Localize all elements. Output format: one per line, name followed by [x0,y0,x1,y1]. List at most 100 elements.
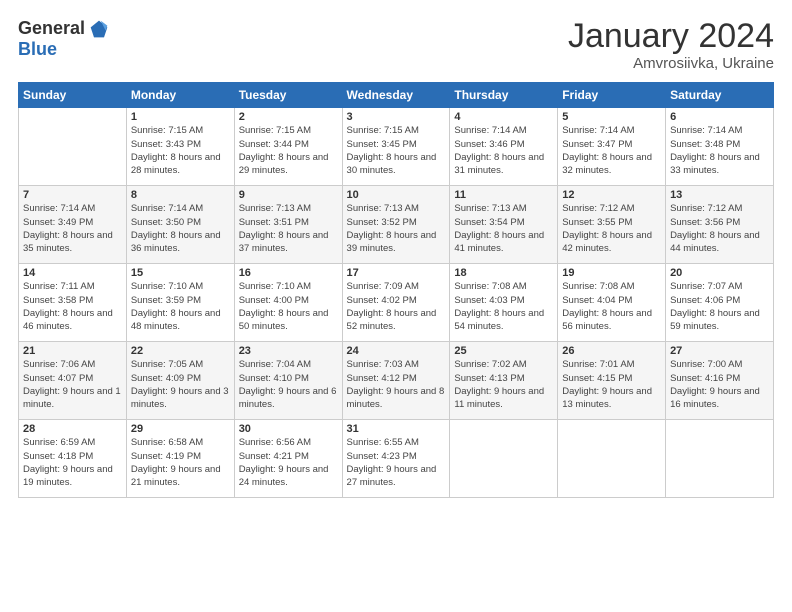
daylight-text: Daylight: 8 hours and 48 minutes. [131,307,230,334]
sunrise-text: Sunrise: 6:56 AM [239,436,338,449]
logo-blue-text: Blue [18,39,57,60]
daylight-text: Daylight: 8 hours and 35 minutes. [23,229,122,256]
table-row [666,420,774,498]
day-info: Sunrise: 7:00 AM Sunset: 4:16 PM Dayligh… [670,358,769,411]
table-row: 30 Sunrise: 6:56 AM Sunset: 4:21 PM Dayl… [234,420,342,498]
day-number: 1 [131,111,230,123]
day-number: 29 [131,423,230,435]
day-number: 6 [670,111,769,123]
week-row-4: 28 Sunrise: 6:59 AM Sunset: 4:18 PM Dayl… [19,420,774,498]
sunset-text: Sunset: 4:16 PM [670,372,769,385]
day-number: 23 [239,345,338,357]
day-info: Sunrise: 7:14 AM Sunset: 3:49 PM Dayligh… [23,202,122,255]
day-number: 26 [562,345,661,357]
table-row: 17 Sunrise: 7:09 AM Sunset: 4:02 PM Dayl… [342,264,450,342]
sunrise-text: Sunrise: 7:11 AM [23,280,122,293]
day-info: Sunrise: 7:01 AM Sunset: 4:15 PM Dayligh… [562,358,661,411]
sunset-text: Sunset: 4:02 PM [347,294,446,307]
daylight-text: Daylight: 9 hours and 24 minutes. [239,463,338,490]
day-info: Sunrise: 7:06 AM Sunset: 4:07 PM Dayligh… [23,358,122,411]
sunrise-text: Sunrise: 7:04 AM [239,358,338,371]
sunrise-text: Sunrise: 7:10 AM [131,280,230,293]
week-row-2: 14 Sunrise: 7:11 AM Sunset: 3:58 PM Dayl… [19,264,774,342]
day-info: Sunrise: 7:09 AM Sunset: 4:02 PM Dayligh… [347,280,446,333]
table-row: 19 Sunrise: 7:08 AM Sunset: 4:04 PM Dayl… [558,264,666,342]
day-info: Sunrise: 7:13 AM Sunset: 3:51 PM Dayligh… [239,202,338,255]
daylight-text: Daylight: 8 hours and 33 minutes. [670,151,769,178]
sunrise-text: Sunrise: 7:12 AM [562,202,661,215]
logo-general-text: General [18,18,85,39]
sunrise-text: Sunrise: 7:09 AM [347,280,446,293]
sunrise-text: Sunrise: 7:14 AM [131,202,230,215]
sunrise-text: Sunrise: 7:13 AM [454,202,553,215]
sunset-text: Sunset: 3:44 PM [239,138,338,151]
sunrise-text: Sunrise: 7:15 AM [239,124,338,137]
day-number: 25 [454,345,553,357]
sunrise-text: Sunrise: 7:08 AM [454,280,553,293]
sunset-text: Sunset: 4:19 PM [131,450,230,463]
logo: General Blue [18,18,109,60]
day-info: Sunrise: 7:08 AM Sunset: 4:04 PM Dayligh… [562,280,661,333]
table-row: 22 Sunrise: 7:05 AM Sunset: 4:09 PM Dayl… [126,342,234,420]
sunrise-text: Sunrise: 7:14 AM [23,202,122,215]
table-row: 18 Sunrise: 7:08 AM Sunset: 4:03 PM Dayl… [450,264,558,342]
sunset-text: Sunset: 3:45 PM [347,138,446,151]
table-row: 13 Sunrise: 7:12 AM Sunset: 3:56 PM Dayl… [666,186,774,264]
day-number: 20 [670,267,769,279]
daylight-text: Daylight: 8 hours and 41 minutes. [454,229,553,256]
sunrise-text: Sunrise: 7:06 AM [23,358,122,371]
table-row: 4 Sunrise: 7:14 AM Sunset: 3:46 PM Dayli… [450,108,558,186]
sunset-text: Sunset: 3:43 PM [131,138,230,151]
day-number: 27 [670,345,769,357]
col-saturday: Saturday [666,83,774,108]
day-number: 22 [131,345,230,357]
table-row: 10 Sunrise: 7:13 AM Sunset: 3:52 PM Dayl… [342,186,450,264]
sunset-text: Sunset: 4:00 PM [239,294,338,307]
sunrise-text: Sunrise: 7:10 AM [239,280,338,293]
daylight-text: Daylight: 9 hours and 8 minutes. [347,385,446,412]
week-row-3: 21 Sunrise: 7:06 AM Sunset: 4:07 PM Dayl… [19,342,774,420]
sunrise-text: Sunrise: 7:14 AM [670,124,769,137]
sunrise-text: Sunrise: 7:07 AM [670,280,769,293]
daylight-text: Daylight: 8 hours and 37 minutes. [239,229,338,256]
sunrise-text: Sunrise: 6:58 AM [131,436,230,449]
sunset-text: Sunset: 4:15 PM [562,372,661,385]
sunrise-text: Sunrise: 7:15 AM [131,124,230,137]
calendar-title: January 2024 [568,18,774,55]
col-wednesday: Wednesday [342,83,450,108]
daylight-text: Daylight: 9 hours and 19 minutes. [23,463,122,490]
daylight-text: Daylight: 9 hours and 21 minutes. [131,463,230,490]
table-row: 16 Sunrise: 7:10 AM Sunset: 4:00 PM Dayl… [234,264,342,342]
table-row: 15 Sunrise: 7:10 AM Sunset: 3:59 PM Dayl… [126,264,234,342]
table-row: 21 Sunrise: 7:06 AM Sunset: 4:07 PM Dayl… [19,342,127,420]
sunset-text: Sunset: 3:55 PM [562,216,661,229]
sunset-text: Sunset: 4:03 PM [454,294,553,307]
day-number: 13 [670,189,769,201]
table-row: 14 Sunrise: 7:11 AM Sunset: 3:58 PM Dayl… [19,264,127,342]
sunset-text: Sunset: 3:54 PM [454,216,553,229]
daylight-text: Daylight: 9 hours and 11 minutes. [454,385,553,412]
daylight-text: Daylight: 9 hours and 13 minutes. [562,385,661,412]
day-number: 28 [23,423,122,435]
table-row: 12 Sunrise: 7:12 AM Sunset: 3:55 PM Dayl… [558,186,666,264]
day-info: Sunrise: 7:14 AM Sunset: 3:46 PM Dayligh… [454,124,553,177]
table-row [19,108,127,186]
daylight-text: Daylight: 8 hours and 31 minutes. [454,151,553,178]
day-info: Sunrise: 7:03 AM Sunset: 4:12 PM Dayligh… [347,358,446,411]
sunset-text: Sunset: 3:47 PM [562,138,661,151]
sunset-text: Sunset: 4:06 PM [670,294,769,307]
daylight-text: Daylight: 9 hours and 1 minute. [23,385,122,412]
day-info: Sunrise: 7:13 AM Sunset: 3:52 PM Dayligh… [347,202,446,255]
sunset-text: Sunset: 3:59 PM [131,294,230,307]
day-number: 24 [347,345,446,357]
day-info: Sunrise: 7:07 AM Sunset: 4:06 PM Dayligh… [670,280,769,333]
week-row-0: 1 Sunrise: 7:15 AM Sunset: 3:43 PM Dayli… [19,108,774,186]
sunset-text: Sunset: 4:13 PM [454,372,553,385]
sunrise-text: Sunrise: 7:15 AM [347,124,446,137]
day-info: Sunrise: 7:12 AM Sunset: 3:55 PM Dayligh… [562,202,661,255]
sunset-text: Sunset: 3:51 PM [239,216,338,229]
day-number: 31 [347,423,446,435]
sunrise-text: Sunrise: 7:08 AM [562,280,661,293]
day-info: Sunrise: 7:14 AM Sunset: 3:47 PM Dayligh… [562,124,661,177]
sunset-text: Sunset: 4:10 PM [239,372,338,385]
